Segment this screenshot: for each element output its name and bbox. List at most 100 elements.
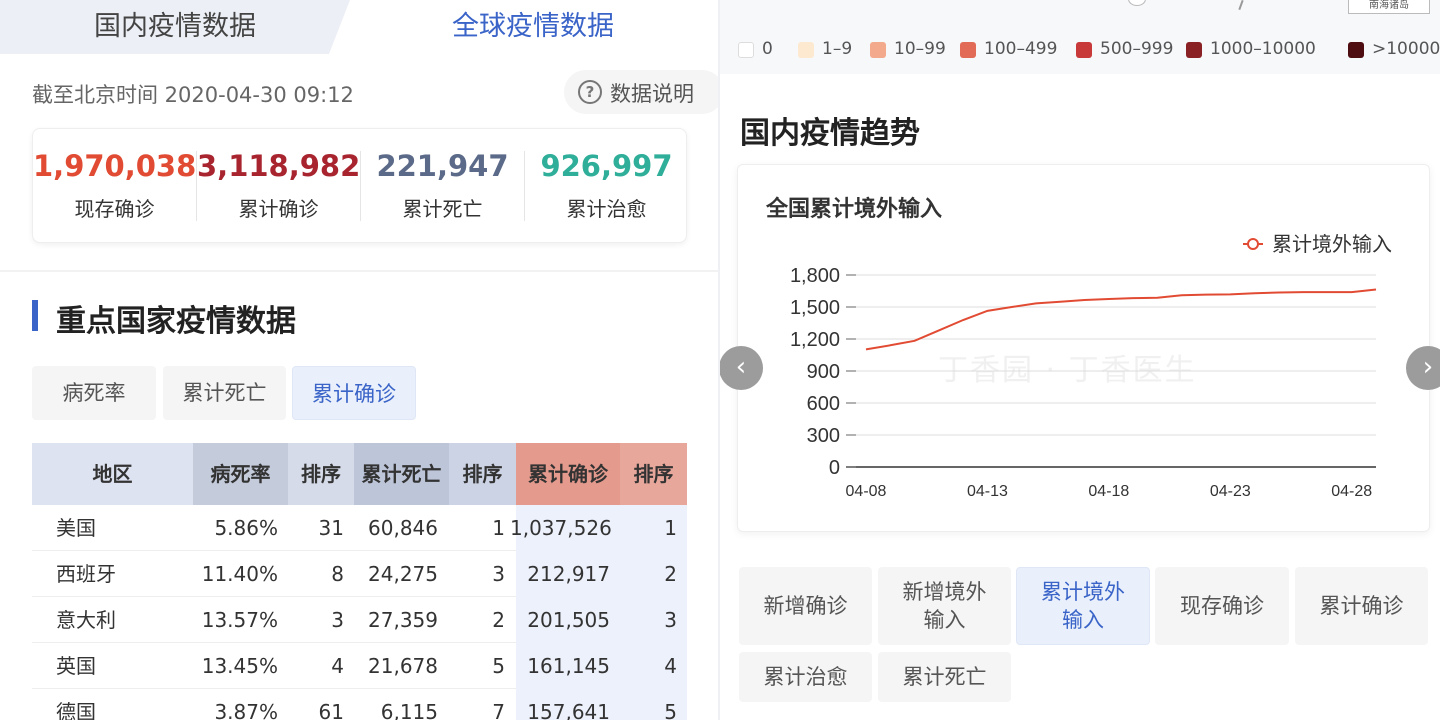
question-icon: ? (578, 80, 602, 104)
cell-confirmed: 157,641 (527, 700, 610, 720)
cell-rank: 1 (492, 516, 505, 540)
stat-value: 221,947 (376, 149, 509, 183)
chart-prev-button[interactable]: ‹ (720, 346, 763, 390)
map-fragment (1238, 0, 1244, 11)
col-header-deaths[interactable]: 累计死亡 (354, 443, 449, 505)
cell-fatality-rate: 13.57% (201, 608, 278, 632)
chart-btn-new-imported[interactable]: 新增境外输入 (878, 567, 1011, 645)
col-header-region[interactable]: 地区 (32, 443, 193, 505)
cell-rank: 1 (664, 516, 677, 540)
chart-btn-total-recovered[interactable]: 累计治愈 (739, 652, 872, 702)
y-tick-label: 0 (829, 457, 840, 479)
x-tick-label: 04-08 (846, 483, 887, 500)
cell-confirmed: 212,917 (527, 562, 610, 586)
cell-rank: 61 (318, 700, 344, 720)
stat-label: 累计确诊 (238, 197, 319, 221)
cell-fatality-rate: 5.86% (214, 516, 278, 540)
stat-value: 926,997 (540, 149, 673, 183)
cell-rank: 3 (331, 608, 344, 632)
cell-rank: 3 (492, 562, 505, 586)
stat-total-deaths: 221,947 累计死亡 (361, 129, 524, 244)
chart-btn-current-confirmed[interactable]: 现存确诊 (1155, 567, 1289, 645)
right-panel: 南海诸岛 0 1–9 10–99 100–499 500–999 1000–10000 >1… (720, 0, 1440, 720)
legend-marker (1247, 238, 1259, 250)
summary-stats: 1,970,038 现存确诊 3,118,982 累计确诊 221,947 累计… (32, 128, 687, 243)
section-title: 重点国家疫情数据 (56, 304, 296, 339)
legend-swatch (1186, 42, 1202, 58)
x-tick-label: 04-13 (967, 483, 1008, 500)
legend-label: 0 (762, 39, 773, 59)
y-tick-label: 1,500 (790, 297, 840, 319)
legend-label: 1000–10000 (1210, 39, 1316, 59)
cell-deaths: 27,359 (368, 608, 438, 632)
trend-chart-card: 全国累计境外输入 丁香园 · 丁香医生 0 300 600 900 1,200 1,500… (737, 164, 1430, 532)
table-row[interactable]: 英国 13.45% 4 21,678 5 161,145 4 (32, 643, 687, 689)
cell-rank: 5 (492, 654, 505, 678)
legend-label: >10000 (1372, 39, 1440, 59)
segment-total-confirmed[interactable]: 累计确诊 (292, 366, 416, 420)
cell-deaths: 21,678 (368, 654, 438, 678)
y-tick-label: 600 (807, 393, 840, 415)
cell-deaths: 6,115 (380, 700, 438, 720)
cell-region: 意大利 (56, 608, 116, 632)
cell-region: 英国 (56, 654, 96, 678)
segment-total-deaths[interactable]: 累计死亡 (163, 366, 286, 420)
cell-confirmed: 201,505 (527, 608, 610, 632)
cell-rank: 8 (331, 562, 344, 586)
data-info-button[interactable]: ? 数据说明 (564, 70, 718, 114)
cell-confirmed: 161,145 (527, 654, 610, 678)
table-row[interactable]: 西班牙 11.40% 8 24,275 3 212,917 2 (32, 551, 687, 597)
left-panel: 国内疫情数据 全球疫情数据 截至北京时间 2020-04-30 09:12 ? … (0, 0, 718, 720)
chart-btn-total-confirmed[interactable]: 累计确诊 (1295, 567, 1428, 645)
stat-value: 1,970,038 (33, 149, 197, 183)
app-root: 国内疫情数据 全球疫情数据 截至北京时间 2020-04-30 09:12 ? … (0, 0, 1440, 720)
stat-total-confirmed: 3,118,982 累计确诊 (197, 129, 360, 244)
col-header-rank[interactable]: 排序 (620, 443, 687, 505)
cell-fatality-rate: 3.87% (214, 700, 278, 720)
col-header-confirmed[interactable]: 累计确诊 (516, 443, 620, 505)
cell-fatality-rate: 11.40% (201, 562, 278, 586)
chart-btn-total-imported[interactable]: 累计境外输入 (1016, 567, 1150, 645)
legend-swatch (870, 42, 886, 58)
stat-label: 累计治愈 (566, 197, 647, 221)
table-row[interactable]: 德国 3.87% 61 6,115 7 157,641 5 (32, 689, 687, 720)
tab-domestic-label[interactable]: 国内疫情数据 (94, 4, 256, 43)
legend-swatch (960, 42, 976, 58)
table-row[interactable]: 意大利 13.57% 3 27,359 2 201,505 3 (32, 597, 687, 643)
chart-btn-new-confirmed[interactable]: 新增确诊 (739, 567, 872, 645)
trend-line-chart: 0 300 600 900 1,200 1,500 1,800 04-08 04-13 04-18… (790, 233, 1392, 500)
y-tick-label: 900 (807, 361, 840, 383)
legend-swatch (798, 42, 814, 58)
legend-swatch (738, 42, 754, 58)
legend-label: 累计境外输入 (1272, 233, 1392, 256)
cell-rank: 31 (318, 516, 344, 540)
map-legend-strip: 南海诸岛 0 1–9 10–99 100–499 500–999 1000–10000 >1… (720, 0, 1440, 74)
section-divider (0, 270, 718, 272)
data-tabs: 国内疫情数据 全球疫情数据 (0, 0, 718, 54)
legend-label: 500–999 (1100, 39, 1174, 59)
stat-label: 累计死亡 (402, 197, 483, 221)
table-row[interactable]: 美国 5.86% 31 60,846 1 1,037,526 1 (32, 505, 687, 551)
chart-btn-total-deaths[interactable]: 累计死亡 (878, 652, 1011, 702)
y-tick-label: 300 (807, 425, 840, 447)
stat-label: 现存确诊 (74, 197, 155, 221)
legend-label: 10–99 (894, 39, 946, 59)
x-tick-label: 04-18 (1088, 483, 1129, 500)
y-tick-label: 1,800 (790, 265, 840, 287)
legend-swatch (1076, 42, 1092, 58)
section-accent-bar (32, 300, 38, 331)
segment-fatality-rate[interactable]: 病死率 (32, 366, 156, 420)
series-line (865, 288, 1377, 351)
trend-title: 国内疫情趋势 (740, 116, 920, 151)
x-tick-label: 04-28 (1331, 483, 1372, 500)
tab-global-label[interactable]: 全球疫情数据 (452, 4, 614, 43)
cell-rank: 3 (664, 608, 677, 632)
x-tick-label: 04-23 (1210, 483, 1251, 500)
nanhai-inset: 南海诸岛 (1348, 0, 1430, 14)
col-header-fatality-rate[interactable]: 病死率 (193, 443, 288, 505)
y-tick-label: 1,200 (790, 329, 840, 351)
col-header-rank[interactable]: 排序 (288, 443, 354, 505)
cell-rank: 2 (664, 562, 677, 586)
legend-label: 100–499 (984, 39, 1058, 59)
col-header-rank[interactable]: 排序 (449, 443, 516, 505)
